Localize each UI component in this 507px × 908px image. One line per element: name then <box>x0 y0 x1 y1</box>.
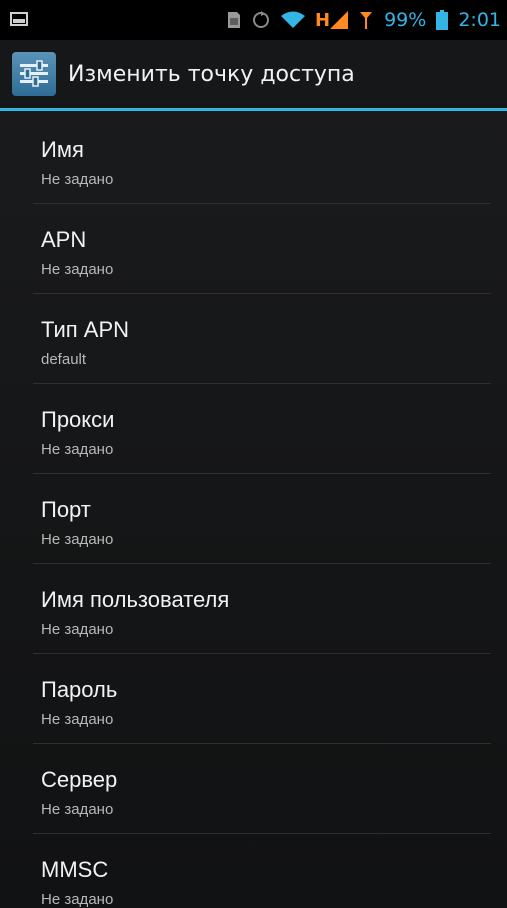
wifi-icon <box>281 11 306 29</box>
pref-label: APN <box>41 227 87 252</box>
screenshot-icon <box>10 11 28 27</box>
pref-label: Пароль <box>41 677 118 702</box>
settings-sliders-icon[interactable] <box>12 52 56 96</box>
hplus-signal-icon: H <box>315 9 349 31</box>
pref-label: Тип APN <box>41 317 130 342</box>
pref-value: Не задано <box>41 891 114 908</box>
clock: 2:01 <box>458 9 501 31</box>
pref-value: Не задано <box>41 621 114 638</box>
pref-label: Порт <box>41 497 91 522</box>
sync-icon <box>251 10 271 30</box>
pref-value: Не задано <box>41 441 114 458</box>
battery-icon <box>436 10 449 30</box>
page-title: Изменить точку доступа <box>68 61 355 87</box>
apn-settings-list: Имя Не задано APN Не задано Тип APN defa… <box>0 114 507 908</box>
pref-value: default <box>41 351 87 368</box>
pref-value: Не задано <box>41 711 114 728</box>
pref-item-server[interactable]: Сервер Не задано <box>0 744 507 834</box>
battery-percent: 99% <box>384 9 427 31</box>
pref-item-name[interactable]: Имя Не задано <box>0 114 507 204</box>
pref-value: Не задано <box>41 261 114 278</box>
pref-label: Имя <box>41 137 84 162</box>
pref-item-proxy[interactable]: Прокси Не задано <box>0 384 507 474</box>
status-icons: H 99% 2:01 <box>227 0 501 40</box>
pref-item-mmsc[interactable]: MMSC Не задано <box>0 834 507 908</box>
pref-value: Не задано <box>41 531 114 548</box>
pref-label: Сервер <box>41 767 118 792</box>
sim-card-icon <box>227 11 241 29</box>
screen: H 99% 2:01 Изменить точку доступа Имя Не… <box>0 0 507 908</box>
pref-label: MMSC <box>41 857 109 882</box>
pref-item-apn[interactable]: APN Не задано <box>0 204 507 294</box>
pref-value: Не задано <box>41 801 114 818</box>
pref-item-port[interactable]: Порт Не задано <box>0 474 507 564</box>
pref-item-password[interactable]: Пароль Не задано <box>0 654 507 744</box>
antenna-signal-icon <box>358 10 374 30</box>
action-bar: Изменить точку доступа <box>0 40 507 111</box>
pref-label: Имя пользователя <box>41 587 230 612</box>
pref-value: Не задано <box>41 171 114 188</box>
pref-item-apn-type[interactable]: Тип APN default <box>0 294 507 384</box>
status-bar: H 99% 2:01 <box>0 0 507 40</box>
pref-label: Прокси <box>41 407 115 432</box>
pref-item-username[interactable]: Имя пользователя Не задано <box>0 564 507 654</box>
h-label: H <box>315 9 331 31</box>
